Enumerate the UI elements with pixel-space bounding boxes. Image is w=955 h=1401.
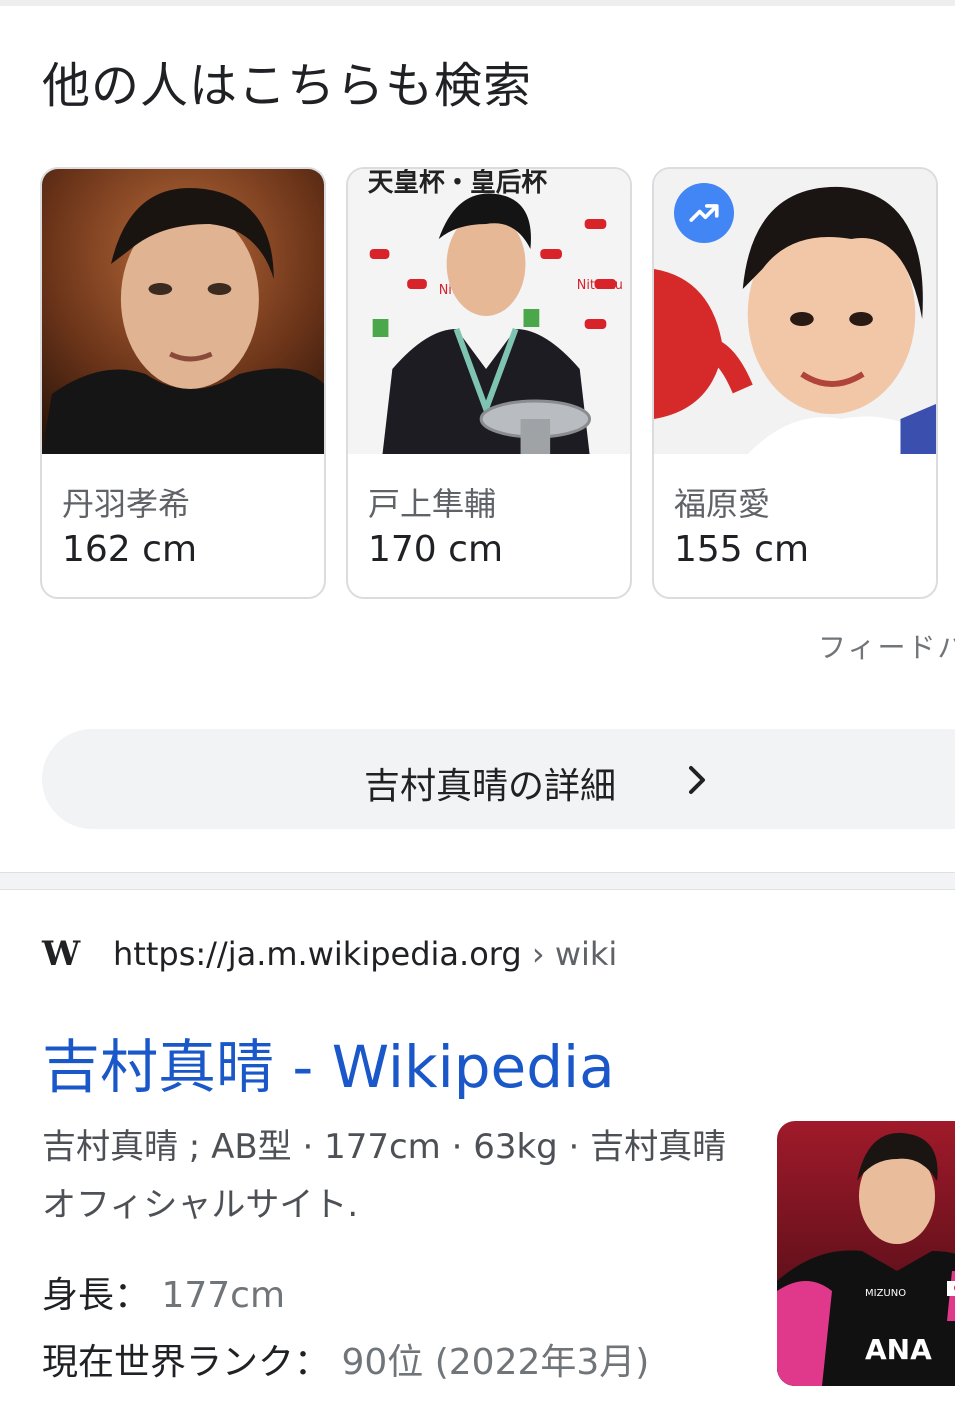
fact-label: 現在世界ランク： (42, 1342, 331, 1383)
person-height: 155 cm (674, 529, 810, 570)
feedback-link[interactable]: フィードバ (818, 626, 955, 666)
person-card-2[interactable]: 天皇杯・皇后杯 Nittaku Nittaku 戸上隼輔 170 cm (346, 167, 632, 599)
person-name: 福原愛 (674, 485, 771, 523)
person-photo: 天皇杯・皇后杯 Nittaku Nittaku (348, 169, 630, 454)
trending-badge (674, 183, 734, 243)
person-card-1[interactable]: 丹羽孝希 162 cm (40, 167, 326, 599)
person-name: 戸上隼輔 (368, 485, 497, 523)
person-name: 丹羽孝希 (62, 485, 191, 523)
person-card-3[interactable]: 福原愛 155 cm (652, 167, 938, 599)
chevron-right-icon (689, 766, 705, 794)
more-about-label: 吉村真晴の詳細 (364, 766, 617, 807)
photo-brand-text: MIZUNO (865, 1288, 906, 1299)
person-height: 162 cm (62, 529, 198, 570)
photo-logo-text: Nittaku (577, 278, 623, 293)
url-domain: https://ja.m.wikipedia.org (113, 935, 522, 973)
wikipedia-icon: W (42, 934, 80, 974)
url-breadcrumb: › wiki (521, 935, 618, 973)
top-divider (0, 0, 955, 6)
person-height: 170 cm (368, 529, 504, 570)
fact-world-rank: 現在世界ランク： 90位 (2022年3月) (42, 1333, 649, 1385)
result-thumbnail[interactable]: ANA MIZUNO (777, 1121, 955, 1386)
more-about-button[interactable]: 吉村真晴の詳細 (42, 729, 955, 829)
result-snippet: 吉村真晴 ; AB型 · 177cm · 63kg · 吉村真晴オフィシャルサイ… (42, 1127, 727, 1225)
fact-height: 身長： 177cm (42, 1266, 285, 1318)
fact-value: 90位 (2022年3月) (330, 1342, 650, 1383)
photo-banner-text: 天皇杯・皇后杯 (368, 169, 548, 198)
fact-value: 177cm (150, 1275, 286, 1316)
section-divider (0, 872, 955, 890)
trending-up-icon (689, 204, 719, 222)
photo-sponsor-text: ANA (865, 1333, 932, 1366)
section-title: 他の人はこちらも検索 (42, 58, 533, 114)
person-photo (42, 169, 324, 454)
result-url[interactable]: https://ja.m.wikipedia.org › wiki (113, 935, 617, 973)
fact-label: 身長： (42, 1275, 151, 1316)
result-title-link[interactable]: 吉村真晴 - Wikipedia (42, 1020, 615, 1104)
